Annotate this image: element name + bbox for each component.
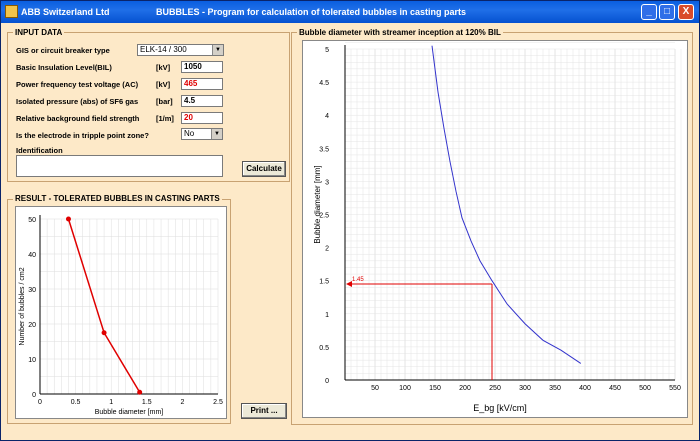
pressure-label: Isolated pressure (abs) of SF6 gas — [16, 97, 139, 106]
x-tick-label: 300 — [519, 385, 531, 392]
triple-point-value: No — [184, 129, 195, 138]
identification-input[interactable] — [16, 155, 223, 177]
x-tick-label: 1 — [109, 399, 113, 406]
calculate-button[interactable]: Calculate — [242, 161, 286, 177]
gis-type-value: ELK-14 / 300 — [140, 45, 187, 54]
x-tick-label: 100 — [399, 385, 411, 392]
y-tick-label: 50 — [28, 217, 36, 224]
bil-unit: [kV] — [156, 63, 171, 72]
y-tick-label: 5 — [325, 47, 329, 54]
bubble-diameter-chart: 50 100 150 200 250 300 350 400 450 500 550 0 0.5 1 1.5… — [313, 28, 694, 413]
x-tick-label: 50 — [371, 385, 379, 392]
result-plot-area: 0 0.5 1 1.5 2 2.5 0 10 20 30 40 50 Bubble diameter [… — [15, 206, 227, 419]
y-tick-label: 3.5 — [319, 146, 329, 153]
x-tick-label: 2 — [180, 399, 184, 406]
y-tick-label: 4 — [325, 113, 329, 120]
x-tick-label: 150 — [429, 385, 441, 392]
company-name: ABB Switzerland Ltd — [21, 7, 110, 17]
x-tick-label: 250 — [489, 385, 501, 392]
field-strength-unit: [1/m] — [156, 114, 174, 123]
y-tick-label: 1.5 — [319, 279, 329, 286]
data-point — [65, 216, 71, 222]
y-tick-label: 4.5 — [319, 80, 329, 87]
x-tick-label: 2.5 — [213, 399, 223, 406]
tolerated-bubbles-chart: 0 0.5 1 1.5 2 2.5 0 10 20 30 40 50 Bubble diameter [… — [19, 215, 223, 416]
y-tick-label: 20 — [28, 322, 36, 329]
gis-type-label: GIS or circuit breaker type — [16, 46, 110, 55]
data-point — [101, 330, 107, 336]
data-point — [137, 389, 143, 395]
y-tick-label: 1 — [325, 312, 329, 319]
bil-label: Basic Insulation Level(BIL) — [16, 63, 112, 72]
field-strength-input[interactable]: 20 — [181, 112, 223, 124]
x-tick-label: 400 — [579, 385, 591, 392]
y-axis-label: Bubble diameter [mm] — [313, 165, 322, 243]
bil-input[interactable]: 1050 — [181, 61, 223, 73]
x-tick-label: 500 — [639, 385, 651, 392]
pf-voltage-unit: [kV] — [156, 80, 171, 89]
diameter-plot-area: 50 100 150 200 250 300 350 400 450 500 550 0 0.5 1 1.5… — [302, 28, 694, 418]
y-tick-label: 0 — [32, 392, 36, 399]
maximize-button[interactable]: □ — [659, 4, 675, 20]
marker-label: 1.45 — [352, 277, 364, 283]
minimize-button[interactable]: _ — [641, 4, 657, 20]
close-button[interactable]: X — [678, 4, 694, 20]
title-bar: ABB Switzerland Ltd BUBBLES - Program fo… — [1, 1, 699, 23]
x-axis-label: Bubble diameter [mm] — [95, 409, 164, 416]
x-tick-label: 1.5 — [142, 399, 152, 406]
y-tick-label: 3 — [325, 179, 329, 186]
result-title: RESULT - TOLERATED BUBBLES IN CASTING PA… — [13, 194, 222, 203]
pf-voltage-input[interactable]: 465 — [181, 78, 223, 90]
triple-point-select[interactable]: No ▼ — [181, 128, 223, 140]
chevron-down-icon[interactable]: ▼ — [212, 45, 223, 55]
chevron-down-icon[interactable]: ▼ — [211, 129, 222, 139]
x-tick-label: 0 — [38, 399, 42, 406]
app-icon — [5, 5, 18, 18]
x-tick-label: 350 — [549, 385, 561, 392]
pressure-unit: [bar] — [156, 97, 173, 106]
triple-point-label: Is the electrode in tripple point zone? — [16, 131, 149, 140]
window-title: BUBBLES - Program for calculation of tol… — [156, 7, 467, 17]
x-axis-label: E_bg [kV/cm] — [473, 403, 527, 413]
y-tick-label: 2 — [325, 246, 329, 253]
y-axis-label: Number of bubbles / cm2 — [19, 267, 26, 345]
gis-type-select[interactable]: ELK-14 / 300 ▼ — [137, 44, 224, 56]
pressure-input[interactable]: 4.5 — [181, 95, 223, 107]
y-tick-label: 0.5 — [319, 345, 329, 352]
y-tick-label: 10 — [28, 357, 36, 364]
y-tick-label: 0 — [325, 378, 329, 385]
series-line — [431, 45, 582, 364]
main-window: ABB Switzerland Ltd BUBBLES - Program fo… — [0, 0, 700, 441]
y-tick-label: 30 — [28, 287, 36, 294]
x-tick-label: 450 — [609, 385, 621, 392]
x-tick-label: 200 — [459, 385, 471, 392]
pf-voltage-label: Power frequency test voltage (AC) — [16, 80, 139, 89]
x-tick-label: 550 — [669, 385, 681, 392]
print-button[interactable]: Print ... — [241, 403, 287, 419]
input-data-title: INPUT DATA — [13, 28, 65, 37]
y-tick-label: 40 — [28, 252, 36, 259]
chart-title: Bubble diameter with streamer inception … — [297, 28, 503, 37]
identification-label: Identification — [16, 146, 63, 155]
field-strength-label: Relative background field strength — [16, 114, 140, 123]
x-tick-label: 0.5 — [71, 399, 81, 406]
